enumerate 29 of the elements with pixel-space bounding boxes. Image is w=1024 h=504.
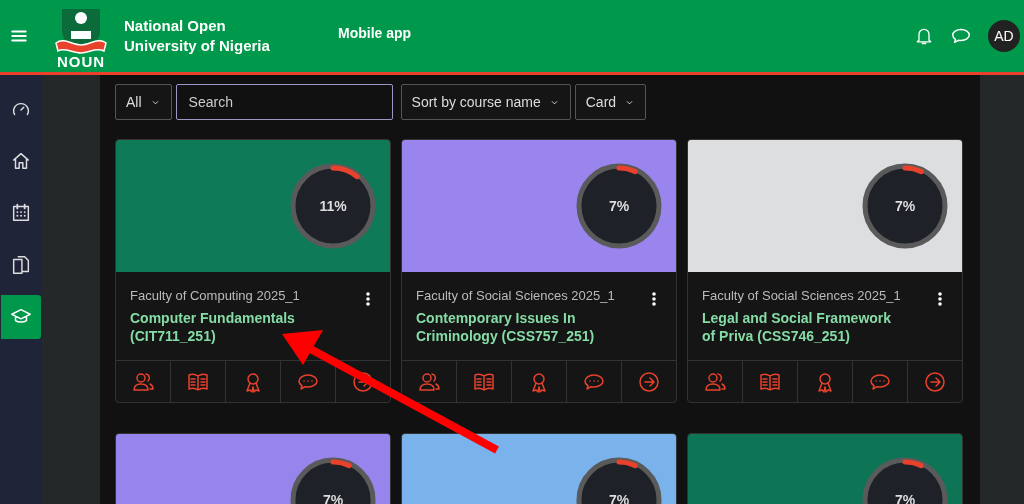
search-field[interactable]: Search [175, 84, 393, 120]
mobile-app-link[interactable]: Mobile app [338, 22, 412, 44]
course-category: Faculty of Social Sciences 2025_1 [702, 287, 902, 305]
more-options-icon[interactable] [366, 291, 370, 306]
arrow-circle-icon[interactable] [923, 369, 947, 394]
crest-icon [54, 9, 108, 55]
progress-percent: 7% [322, 490, 344, 504]
progress-percent: 7% [608, 490, 630, 504]
course-title-link[interactable]: Contemporary Issues In Criminology (CSS757_251) [416, 308, 616, 345]
progress-percent: 11% [319, 196, 347, 216]
course-title-link[interactable]: Legal and Social Framework of Priva (CSS746_251) [702, 308, 902, 345]
user-avatar[interactable]: AD [988, 20, 1020, 52]
more-options-icon[interactable] [938, 291, 942, 306]
view-dropdown[interactable]: Card [574, 84, 647, 120]
course-category: Faculty of Computing 2025_1 [130, 287, 301, 305]
documents-icon [10, 254, 32, 276]
site-title: National Open University of Nigeria [124, 16, 271, 56]
calendar-icon [10, 202, 32, 224]
course-category: Faculty of Social Sciences 2025_1 [416, 287, 616, 305]
home-icon [10, 150, 32, 172]
progress-percent: 7% [894, 490, 916, 504]
arrow-circle-icon[interactable] [637, 369, 661, 394]
progress-percent: 7% [608, 196, 630, 216]
filter-dropdown[interactable]: All [115, 84, 172, 120]
logo-text: NOUN [56, 55, 106, 69]
sort-dropdown[interactable]: Sort by course name [400, 84, 571, 120]
course-title-link[interactable]: Computer Fundamentals (CIT711_251) [130, 308, 330, 345]
more-options-icon[interactable] [652, 291, 656, 306]
progress-percent: 7% [894, 196, 916, 216]
